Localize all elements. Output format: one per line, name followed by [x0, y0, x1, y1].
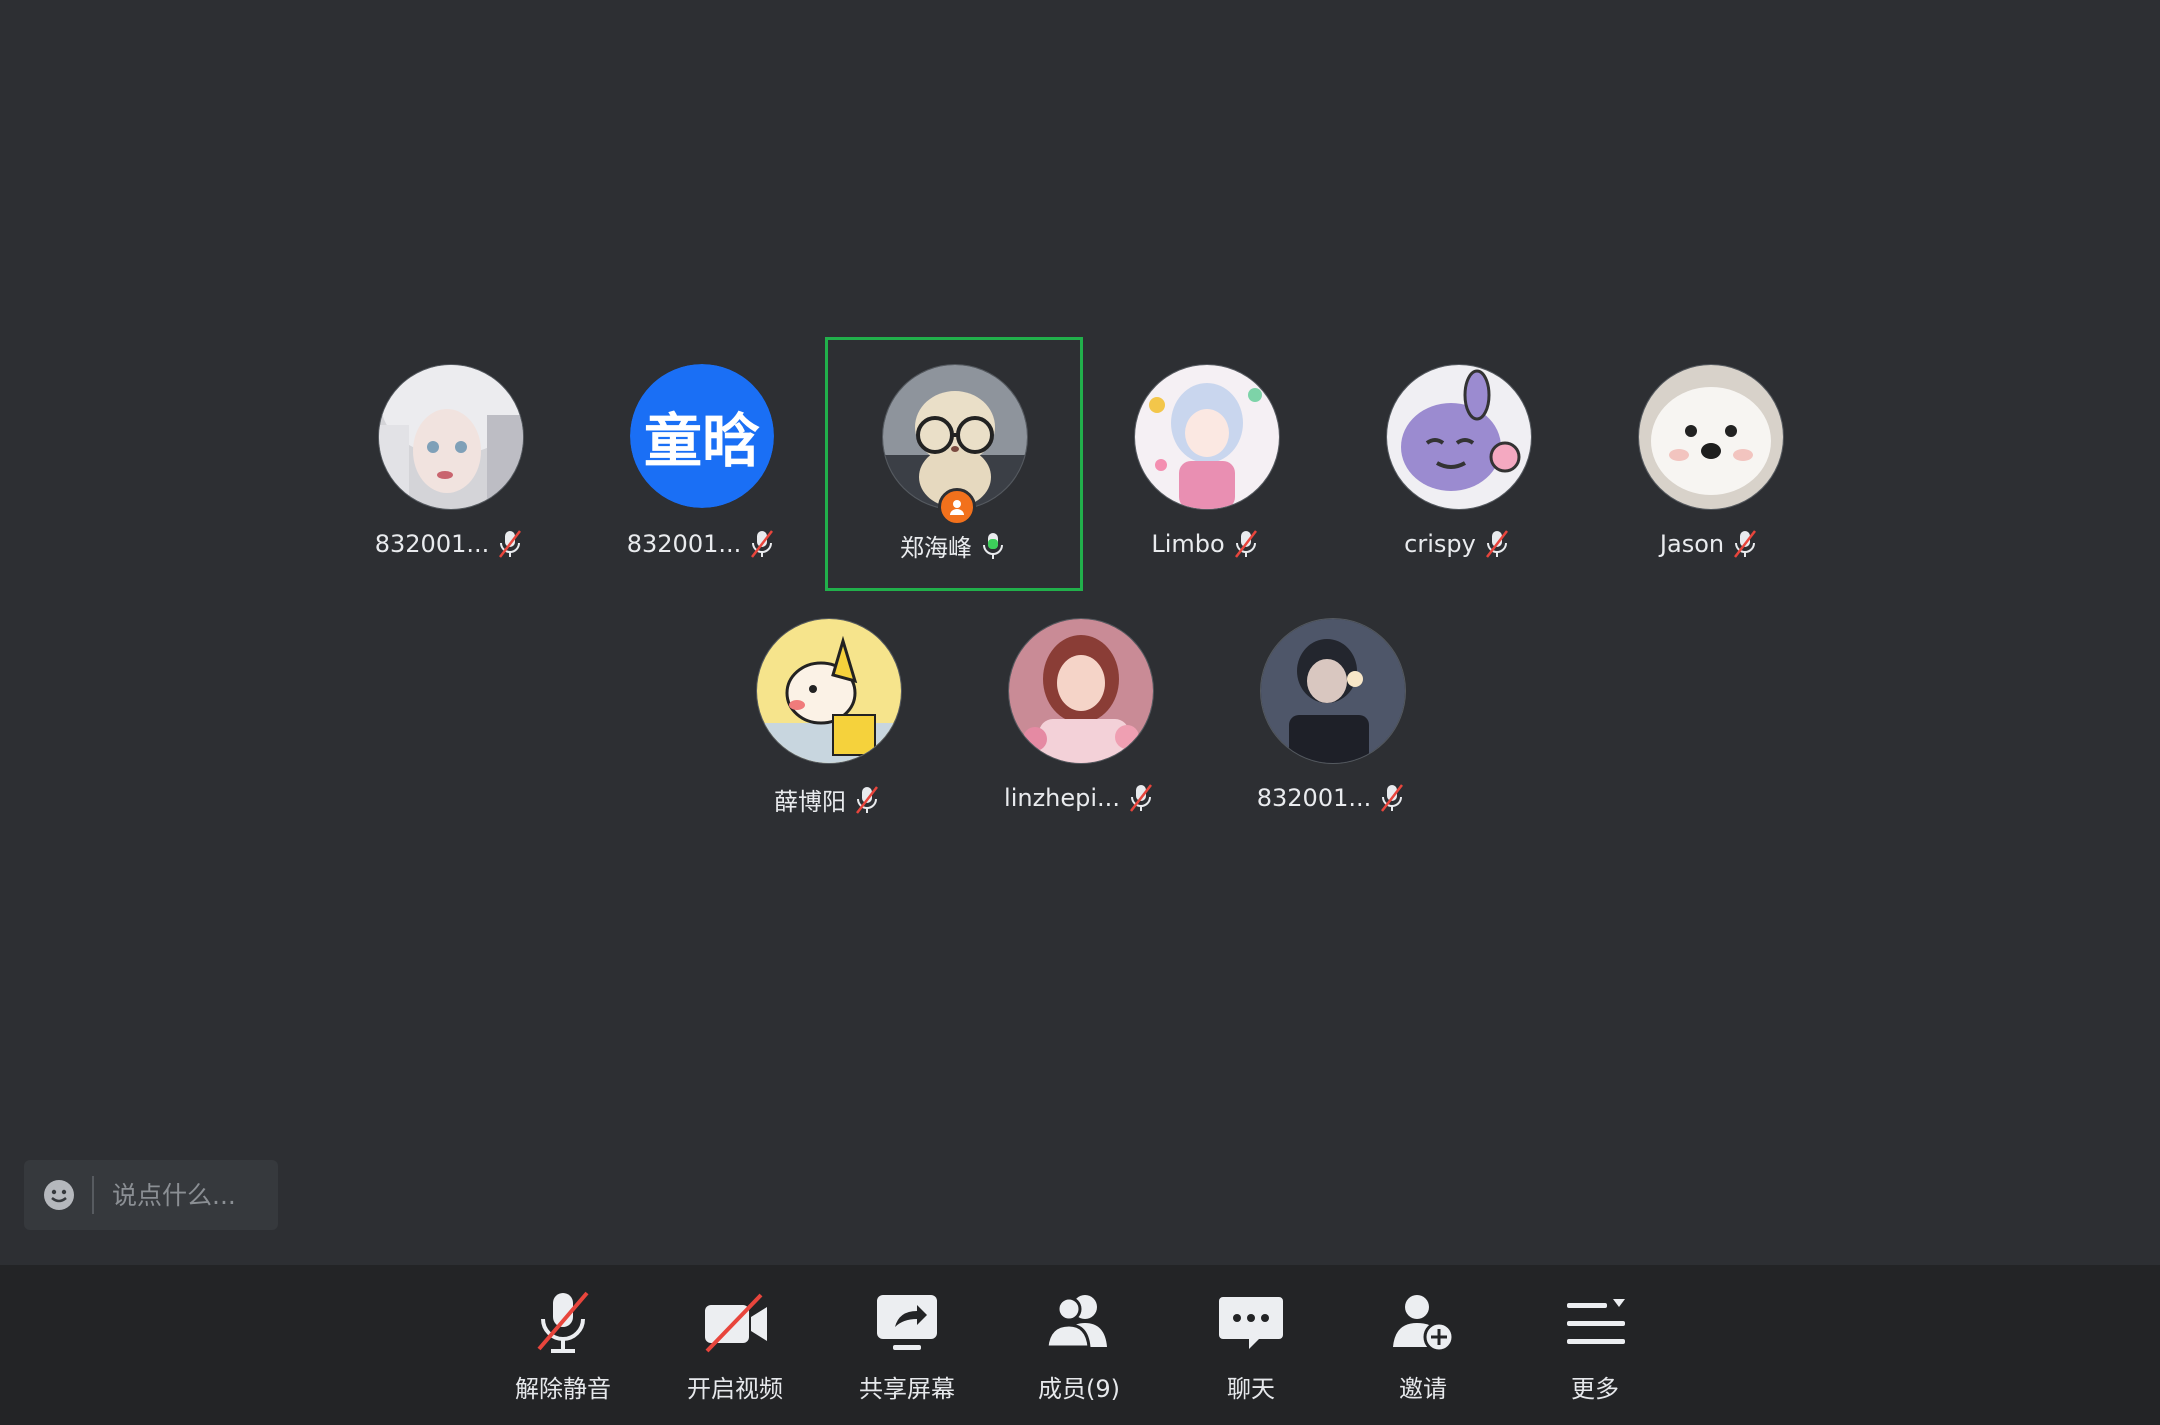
participant-name-row: crispy [1332, 528, 1584, 560]
avatar-photo-icon [1387, 365, 1531, 509]
members-button[interactable]: 成员(9) [1004, 1279, 1154, 1419]
avatar-photo-icon [1135, 365, 1279, 509]
participant-tile[interactable]: 832001... [1206, 594, 1458, 842]
mic-muted-icon [856, 785, 878, 814]
participant-tile[interactable]: 童晗 832001... [576, 340, 828, 588]
mic-speaking-icon [983, 532, 1003, 559]
chat-label: 聊天 [1227, 1375, 1275, 1403]
participant-name: 832001... [374, 530, 490, 558]
participant-name: Limbo [1151, 530, 1225, 558]
chat-message-input[interactable] [110, 1179, 274, 1211]
mic-muted-icon [1129, 784, 1152, 812]
share-screen-label: 共享屏幕 [859, 1375, 955, 1403]
chat-button[interactable]: 聊天 [1176, 1279, 1326, 1419]
mic-muted-icon [751, 530, 774, 558]
add-user-icon [1393, 1295, 1455, 1353]
participant-avatar [1260, 618, 1406, 764]
participant-avatar: 童晗 [630, 364, 774, 508]
participant-name-row: 郑海峰 [828, 528, 1080, 563]
avatar-photo-icon [1009, 619, 1153, 763]
chat-icon [1219, 1297, 1283, 1349]
participant-tile[interactable]: linzhepi... [954, 594, 1206, 842]
more-menu-icon [1567, 1299, 1625, 1344]
participant-tile[interactable]: Jason [1584, 340, 1836, 588]
participant-name: 薛博阳 [774, 788, 846, 816]
mic-muted-icon [537, 1291, 589, 1353]
invite-label: 邀请 [1399, 1375, 1447, 1403]
meeting-stage: 832001... 童晗 832001... 郑海峰 Limbo crispy … [0, 0, 2160, 1265]
participant-tile[interactable]: 832001... [324, 340, 576, 588]
avatar-photo-icon [1639, 365, 1783, 509]
participant-name: linzhepi... [1004, 784, 1120, 812]
participant-name-row: linzhepi... [954, 782, 1206, 814]
more-label: 更多 [1571, 1375, 1619, 1403]
chat-input-box[interactable] [24, 1160, 278, 1230]
share-screen-button[interactable]: 共享屏幕 [832, 1279, 982, 1419]
avatar-photo-icon [379, 365, 523, 509]
mic-muted-icon [499, 530, 522, 558]
participant-name-row: 832001... [324, 528, 576, 560]
start-video-label: 开启视频 [687, 1375, 783, 1403]
participant-name-row: 832001... [1206, 782, 1458, 814]
avatar-photo-icon [1261, 619, 1405, 763]
unmute-label: 解除静音 [515, 1375, 611, 1403]
participant-tile[interactable]: Limbo [1080, 340, 1332, 588]
host-badge-icon [938, 488, 976, 526]
meeting-toolbar: 解除静音 开启视频 共享屏幕 成员(9) 聊天 邀请 更多 [0, 1265, 2160, 1425]
unmute-button[interactable]: 解除静音 [488, 1279, 638, 1419]
participant-name: crispy [1404, 530, 1476, 558]
mic-muted-icon [1381, 784, 1404, 812]
participant-name-row: Limbo [1080, 528, 1332, 560]
chat-divider [92, 1176, 94, 1214]
more-button[interactable]: 更多 [1520, 1279, 1670, 1419]
participant-avatar [756, 618, 902, 764]
camera-off-icon [705, 1293, 767, 1353]
participant-name: 郑海峰 [900, 534, 972, 562]
participant-avatar [1386, 364, 1532, 510]
mic-muted-icon [1734, 530, 1757, 558]
participant-name-row: Jason [1584, 528, 1836, 560]
start-video-button[interactable]: 开启视频 [660, 1279, 810, 1419]
participant-avatar [378, 364, 524, 510]
participant-avatar [1638, 364, 1784, 510]
participant-avatar [1134, 364, 1280, 510]
avatar-photo-icon [757, 619, 901, 763]
members-label: 成员(9) [1038, 1375, 1120, 1403]
emoji-icon[interactable] [42, 1178, 76, 1212]
participant-avatar [1008, 618, 1154, 764]
mic-muted-icon [1234, 530, 1257, 558]
participant-name: 832001... [626, 530, 742, 558]
avatar-initials: 童晗 [630, 364, 774, 508]
participant-tile[interactable]: 薛博阳 [702, 594, 954, 842]
invite-button[interactable]: 邀请 [1348, 1279, 1498, 1419]
participant-tile-active-speaker[interactable]: 郑海峰 [825, 337, 1083, 591]
participant-name-row: 薛博阳 [702, 782, 954, 817]
mic-muted-icon [1485, 530, 1508, 558]
participant-name-row: 832001... [576, 528, 828, 560]
members-icon [1045, 1295, 1107, 1349]
participant-name: Jason [1659, 530, 1725, 558]
participant-tile[interactable]: crispy [1332, 340, 1584, 588]
participant-name: 832001... [1256, 784, 1372, 812]
share-screen-icon [877, 1295, 937, 1350]
